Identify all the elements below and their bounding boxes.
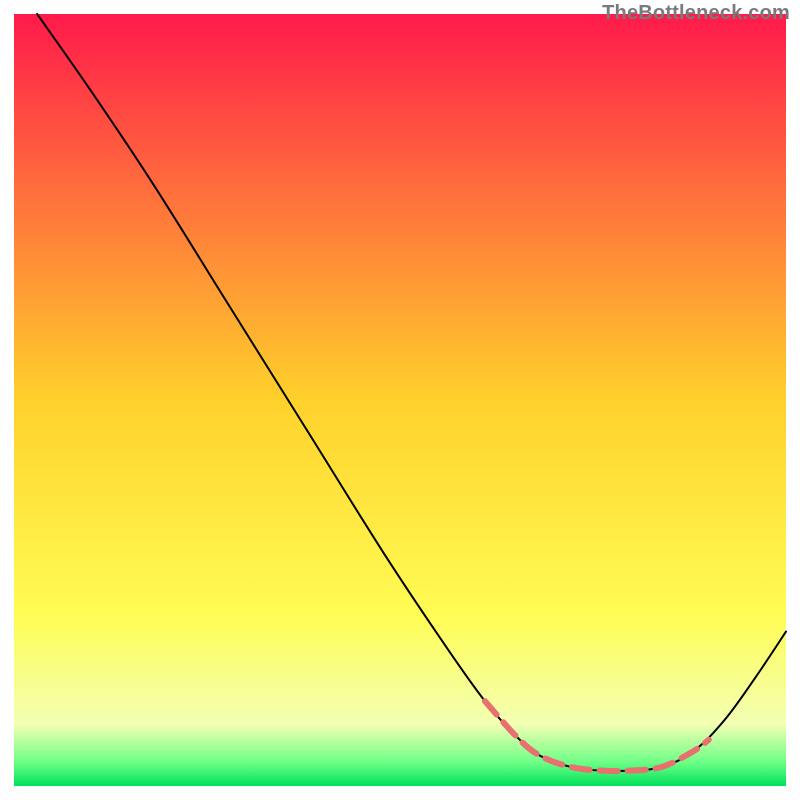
bottleneck-chart: [0, 0, 800, 800]
watermark-text: TheBottleneck.com: [602, 2, 790, 25]
chart-container: TheBottleneck.com: [0, 0, 800, 800]
chart-background: [14, 14, 786, 786]
